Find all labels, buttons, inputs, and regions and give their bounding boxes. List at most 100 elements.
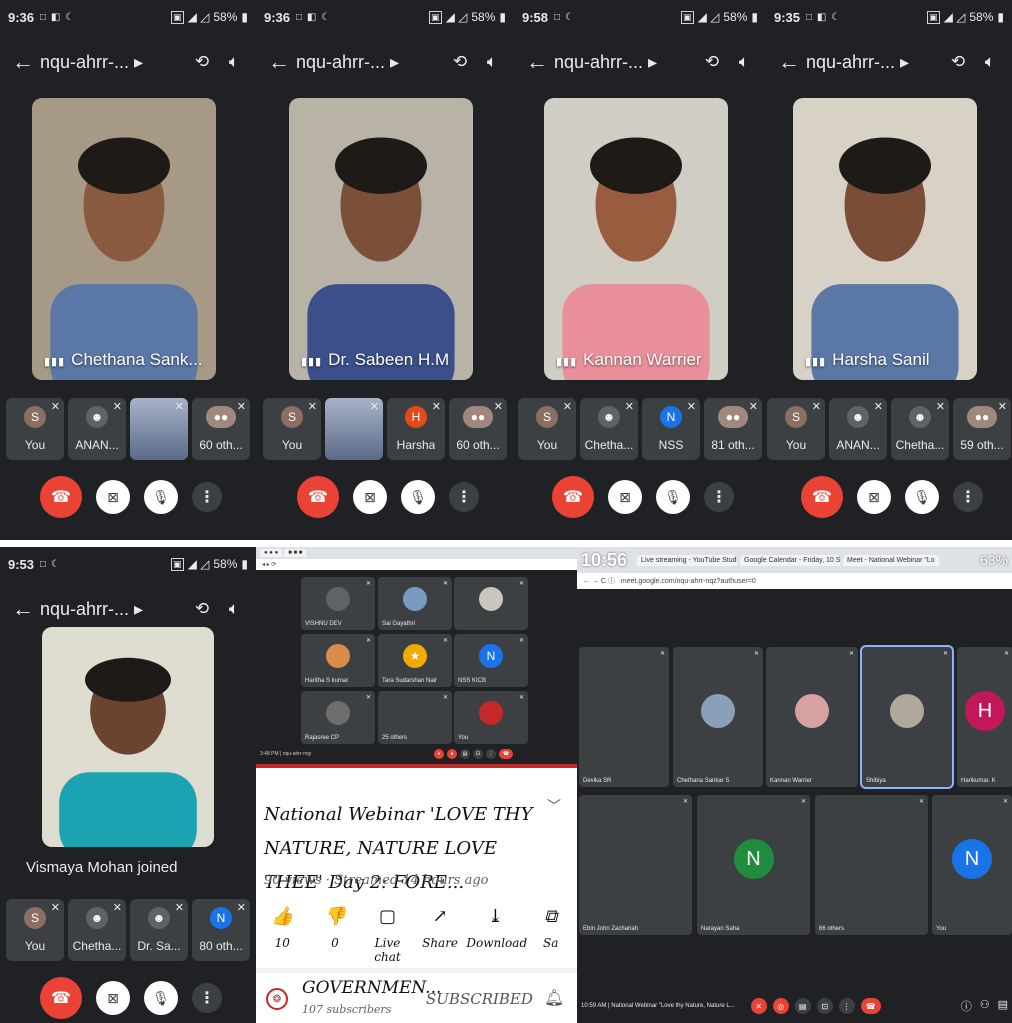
video-action-button[interactable]: ↗ Share <box>414 906 467 964</box>
participant-tile[interactable]: ✕ 25 others <box>378 691 452 744</box>
speaker-icon[interactable]: 🔈︎ <box>728 52 760 72</box>
participant-chip[interactable]: ☻ Dr. Sa... ✕ <box>130 899 188 961</box>
participant-tile[interactable]: ✕ Haritha S kumar <box>301 634 375 687</box>
more-button[interactable]: ⋮ <box>486 749 496 759</box>
more-options-button[interactable]: ⋮ <box>953 482 983 512</box>
mic-off-button[interactable]: 🎙︎ <box>656 480 690 514</box>
participant-tile[interactable]: N ✕ Narayan Saha <box>697 795 810 935</box>
switch-camera-icon[interactable]: ⟲ <box>942 52 974 72</box>
more-options-button[interactable]: ⋮ <box>192 983 222 1013</box>
address-bar[interactable]: ◂ ▸ ⟳ <box>256 559 577 570</box>
end-call-button[interactable]: ☎ <box>552 476 594 518</box>
participant-chip[interactable]: N 80 oth... ✕ <box>192 899 250 961</box>
end-call-button[interactable]: ☎ <box>860 998 881 1014</box>
end-call-button[interactable]: ☎ <box>297 476 339 518</box>
more-options-button[interactable]: ⋮ <box>704 482 734 512</box>
back-arrow-icon[interactable]: ← <box>262 49 296 75</box>
participant-chip[interactable]: ●● 60 oth... ✕ <box>449 398 507 460</box>
end-call-button[interactable]: ☎ <box>40 476 82 518</box>
bell-icon[interactable]: 🔔︎ <box>544 988 564 1007</box>
participant-chip[interactable]: S You ✕ <box>263 398 321 460</box>
mic-button[interactable]: ● <box>434 749 444 759</box>
meeting-code[interactable]: nqu-ahrr-... ▸ <box>296 52 444 73</box>
main-video-tile[interactable]: ▮▮▮ <box>42 627 214 847</box>
camera-off-button[interactable]: ◎ <box>772 998 789 1014</box>
participant-chip[interactable]: ☻ Chetha... ✕ <box>580 398 638 460</box>
speaker-icon[interactable]: 🔈︎ <box>974 52 1006 72</box>
more-options-button[interactable]: ⋮ <box>449 482 479 512</box>
camera-off-button[interactable]: ⊠ <box>608 480 642 514</box>
participant-tile[interactable]: ✕ Devika SR <box>579 647 669 787</box>
speaker-icon[interactable]: 🔈︎ <box>218 52 250 72</box>
camera-off-button[interactable]: ⊠ <box>96 981 130 1015</box>
present-button[interactable]: ⊡ <box>816 998 833 1014</box>
participant-tile[interactable]: ✕ Chethana Sankar S <box>673 647 763 787</box>
mic-off-button[interactable]: ✕ <box>750 998 767 1014</box>
mic-off-button[interactable]: 🎙︎ <box>905 480 939 514</box>
main-video-tile[interactable]: ▮▮▮ Kannan Warrier <box>544 98 728 380</box>
camera-off-button[interactable]: ⊠ <box>857 480 891 514</box>
camera-off-button[interactable]: ⊠ <box>353 480 387 514</box>
participant-chip[interactable]: S You ✕ <box>6 899 64 961</box>
captions-button[interactable]: ▤ <box>460 749 470 759</box>
meeting-code[interactable]: nqu-ahrr-... ▸ <box>40 599 186 620</box>
channel-avatar[interactable]: ❂ <box>266 988 288 1010</box>
speaker-icon[interactable]: 🔈︎ <box>476 52 508 72</box>
participant-chip[interactable]: ✕ <box>325 398 383 460</box>
switch-camera-icon[interactable]: ⟲ <box>444 52 476 72</box>
chevron-down-icon[interactable]: ﹀ <box>547 796 561 816</box>
participant-chip[interactable]: ☻ Chetha... ✕ <box>891 398 949 460</box>
meeting-code[interactable]: nqu-ahrr-... ▸ <box>806 52 942 73</box>
switch-camera-icon[interactable]: ⟲ <box>696 52 728 72</box>
participant-tile[interactable]: ✕ Ebin John Zachariah <box>579 795 692 935</box>
address-bar[interactable]: ← → C ⓘ meet.google.com/nqu-ahrr-nqz?aut… <box>577 573 1012 589</box>
participant-tile[interactable]: ✕ <box>454 577 528 630</box>
subscribe-button[interactable]: SUBSCRIBED <box>426 990 533 1008</box>
participant-tile[interactable]: ✕ Sai Gayathri <box>378 577 452 630</box>
back-arrow-icon[interactable]: ← <box>772 49 806 75</box>
meeting-code[interactable]: nqu-ahrr-... ▸ <box>554 52 696 73</box>
participant-chip[interactable]: ●● 81 oth... ✕ <box>704 398 762 460</box>
participant-tile[interactable]: ✕ You <box>454 691 528 744</box>
participant-tile[interactable]: H ✕ Harikumar. K <box>957 647 1012 787</box>
participant-chip[interactable]: S You ✕ <box>6 398 64 460</box>
video-action-button[interactable]: 👎 0 <box>309 906 362 964</box>
end-call-button[interactable]: ☎ <box>40 977 82 1019</box>
speaker-icon[interactable]: 🔈︎ <box>218 599 250 619</box>
mic-off-button[interactable]: 🎙︎ <box>144 480 178 514</box>
participant-tile[interactable]: ★ ✕ Tara Sudarshan Nair <box>378 634 452 687</box>
participant-tile[interactable]: ✕ Kannan Warrier <box>766 647 858 787</box>
participant-chip[interactable]: ●● 60 oth... ✕ <box>192 398 250 460</box>
chat-icon[interactable]: ▤ <box>998 998 1008 1014</box>
participant-tile[interactable]: ✕ Rajasree CP <box>301 691 375 744</box>
participant-chip[interactable]: ☻ Chetha... ✕ <box>68 899 126 961</box>
participant-tile[interactable]: N ✕ You <box>932 795 1012 935</box>
present-button[interactable]: ⊡ <box>473 749 483 759</box>
more-options-button[interactable]: ⋮ <box>838 998 855 1014</box>
participant-tile[interactable]: ✕ VISHNU DEV <box>301 577 375 630</box>
participant-chip[interactable]: S You ✕ <box>518 398 576 460</box>
back-arrow-icon[interactable]: ← <box>6 596 40 622</box>
participant-chip[interactable]: S You ✕ <box>767 398 825 460</box>
participant-chip[interactable]: ✕ <box>130 398 188 460</box>
main-video-tile[interactable]: ▮▮▮ Chethana Sank... <box>32 98 216 380</box>
video-action-button[interactable]: ⤓ Download <box>466 906 527 964</box>
main-video-tile[interactable]: ▮▮▮ Harsha Sanil <box>793 98 977 380</box>
browser-tab[interactable]: ● ● ● <box>260 549 283 557</box>
browser-tab[interactable]: Meet - National Webinar "Lo <box>843 554 939 566</box>
progress-bar[interactable] <box>256 764 577 768</box>
mic-off-button[interactable]: 🎙︎ <box>144 981 178 1015</box>
channel-name[interactable]: GOVERNMEN... <box>302 978 441 998</box>
people-icon[interactable]: ⚇ <box>980 998 990 1014</box>
participant-tile[interactable]: ✕ 66 others <box>815 795 928 935</box>
participant-chip[interactable]: ●● 59 oth... ✕ <box>953 398 1011 460</box>
meeting-details[interactable]: 10:59 AM | National Webinar "Love thy Na… <box>581 1003 735 1009</box>
camera-off-button[interactable]: ⊠ <box>96 480 130 514</box>
browser-tab[interactable]: ■ ■ ■ <box>284 549 307 557</box>
end-call-button[interactable]: ☎ <box>499 749 513 759</box>
video-action-button[interactable]: 👍 10 <box>256 906 309 964</box>
participant-chip[interactable]: H Harsha ✕ <box>387 398 445 460</box>
switch-camera-icon[interactable]: ⟲ <box>186 52 218 72</box>
mic-off-button[interactable]: 🎙︎ <box>401 480 435 514</box>
video-action-button[interactable]: ▢ Live chat <box>361 906 414 964</box>
